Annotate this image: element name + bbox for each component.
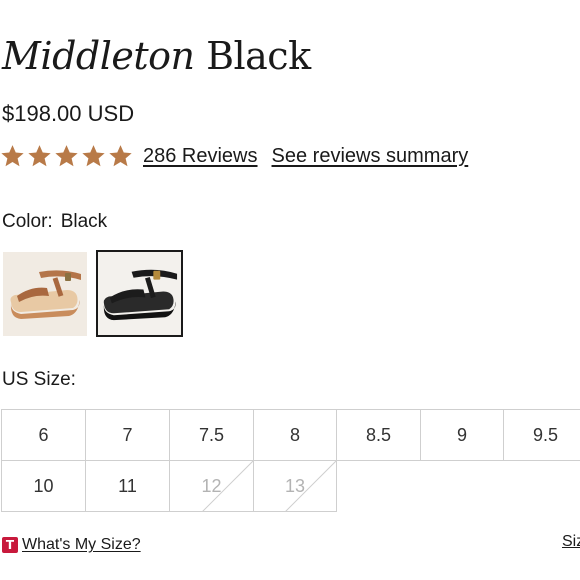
color-swatch-black[interactable] — [96, 250, 183, 337]
size-option[interactable]: 9 — [420, 409, 504, 461]
size-option[interactable]: 7.5 — [169, 409, 254, 461]
size-chart-link[interactable]: Siz — [562, 533, 580, 551]
size-option[interactable]: 8.5 — [336, 409, 421, 461]
size-option[interactable]: 10 — [1, 460, 86, 512]
fit-helper: T What's My Size? — [2, 536, 141, 554]
size-option[interactable]: 7 — [85, 409, 170, 461]
size-label-text: 7.5 — [198, 424, 225, 445]
product-title: Middleton Black — [2, 34, 311, 78]
size-option-unavailable: 12 — [169, 460, 254, 512]
fit-tool-logo-icon: T — [2, 537, 18, 553]
star-icon — [1, 145, 24, 167]
reviews-count-link[interactable]: 286 Reviews — [143, 145, 258, 168]
color-swatch-tan[interactable] — [3, 252, 87, 336]
size-label-text: 6 — [38, 424, 49, 445]
size-option[interactable]: 6 — [1, 409, 86, 461]
size-label-text: 10 — [33, 475, 54, 496]
size-label-text: 8 — [289, 424, 300, 445]
size-option[interactable]: 9.5 — [503, 409, 580, 461]
star-icon — [82, 145, 105, 167]
size-label-text: 9.5 — [532, 424, 559, 445]
star-icon — [109, 145, 132, 167]
star-icon — [55, 145, 78, 167]
size-grid: 6 7 7.5 8 8.5 9 9.5 10 11 12 13 — [1, 409, 580, 513]
star-icon — [28, 145, 51, 167]
size-label-text: 9 — [456, 424, 467, 445]
color-selector-label: Color: Black — [2, 210, 107, 234]
star-rating[interactable] — [0, 143, 133, 169]
size-option[interactable]: 8 — [253, 409, 337, 461]
size-label-text: 12 — [201, 475, 222, 496]
size-label-text: 13 — [284, 475, 306, 496]
size-option-unavailable: 13 — [253, 460, 337, 512]
size-option[interactable]: 11 — [85, 460, 170, 512]
size-label-text: 8.5 — [365, 424, 392, 445]
selected-color-value: Black — [60, 211, 108, 232]
color-label: Color: — [2, 211, 53, 232]
reviews-summary-link[interactable]: See reviews summary — [272, 145, 469, 168]
size-label-text: 11 — [118, 475, 137, 496]
black-sandal-icon — [98, 252, 181, 335]
whats-my-size-link[interactable]: What's My Size? — [22, 536, 141, 554]
size-selector-label: US Size: — [2, 369, 76, 390]
tan-sandal-icon — [3, 252, 87, 336]
product-color-name: Black — [206, 34, 311, 78]
product-price: $198.00 USD — [2, 101, 135, 126]
product-name: Middleton — [2, 34, 195, 78]
rating-row: 286 Reviews See reviews summary — [0, 141, 468, 171]
size-label-text: 7 — [122, 424, 133, 445]
